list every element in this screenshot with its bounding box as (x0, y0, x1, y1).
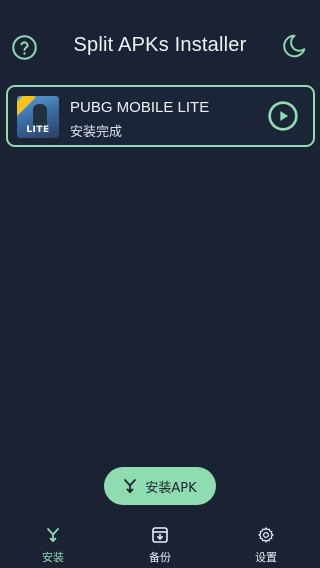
help-circle-icon (12, 35, 37, 60)
app-name: PUBG MOBILE LITE (70, 99, 210, 116)
nav-label-backup: 备份 (149, 551, 171, 564)
merge-arrow-icon (124, 479, 137, 494)
bottom-navigation: 安装 备份 设置 (0, 517, 320, 568)
nav-label-settings: 设置 (255, 551, 277, 564)
app-status: 安装完成 (70, 125, 123, 140)
nav-item-settings[interactable]: 设置 (213, 517, 319, 568)
install-apk-button[interactable]: 安装APK (104, 467, 216, 505)
nav-item-install[interactable]: 安装 (0, 517, 106, 568)
app-title: Split APKs Installer (73, 34, 247, 56)
help-button[interactable] (11, 34, 38, 61)
gear-icon (258, 527, 274, 543)
app-icon: LITE (17, 96, 59, 138)
nav-item-backup[interactable]: 备份 (107, 517, 213, 568)
theme-toggle-button[interactable] (280, 32, 308, 60)
top-bar: Split APKs Installer (0, 0, 320, 94)
merge-arrow-icon (47, 528, 59, 543)
moon-icon (283, 34, 306, 58)
installed-app-card[interactable]: LITE PUBG MOBILE LITE 安装完成 (6, 85, 315, 147)
play-circle-icon (268, 101, 298, 131)
archive-icon (152, 527, 168, 543)
app-screen: Split APKs Installer LITE PUBG MOBILE LI… (0, 0, 320, 568)
app-icon-lite-text: LITE (26, 125, 50, 135)
nav-label-install: 安装 (42, 551, 64, 564)
launch-app-button[interactable] (267, 100, 299, 132)
app-icon-figure (33, 104, 47, 126)
install-apk-label: 安装APK (145, 480, 197, 496)
